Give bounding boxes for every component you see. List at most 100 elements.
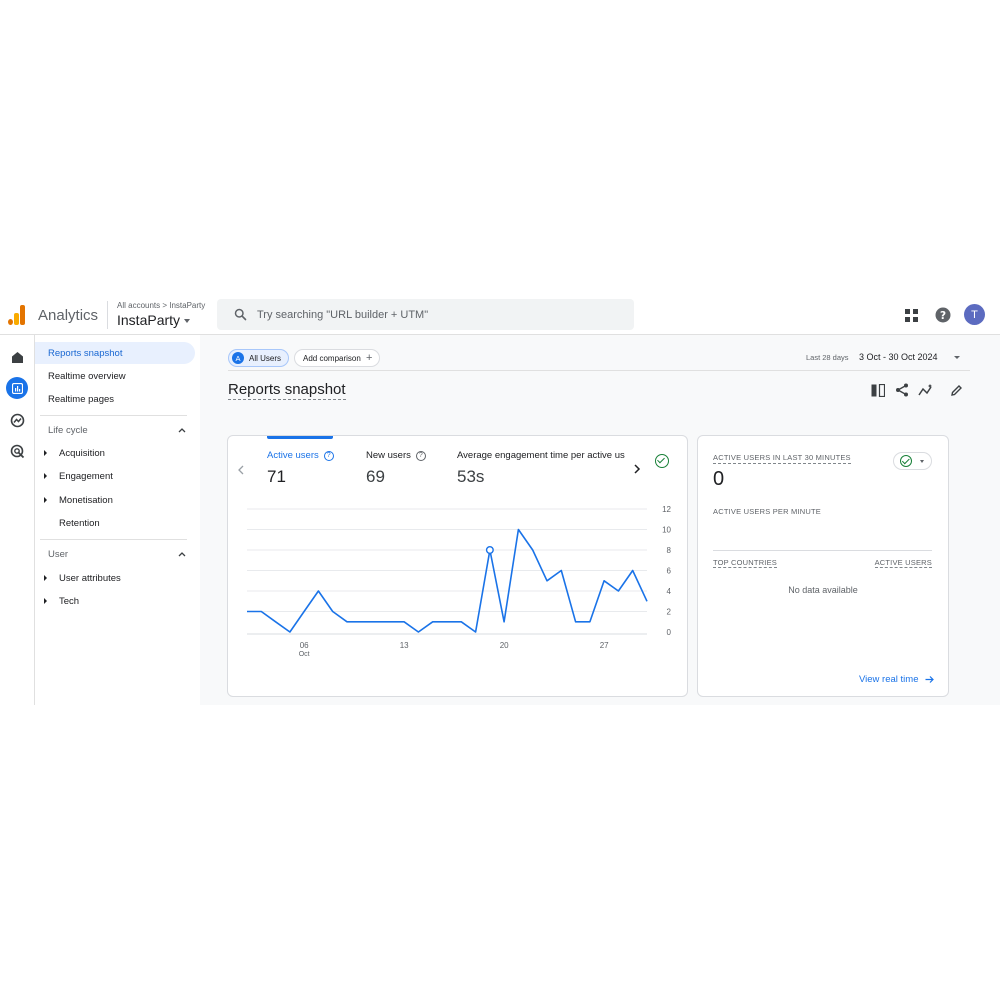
active-users-line-chart: 0 2 4 6 8 10 12 06Oct 13 20 27 — [247, 505, 672, 658]
share-icon[interactable] — [894, 382, 910, 398]
edit-pencil-icon[interactable] — [948, 382, 964, 398]
column-header-active-users: ACTIVE USERS — [874, 558, 932, 568]
app-name: Analytics — [38, 307, 99, 324]
date-range-picker[interactable]: 3 Oct - 30 Oct 2024 — [859, 352, 938, 362]
compare-columns-icon[interactable] — [870, 382, 886, 398]
expand-arrow-icon — [44, 450, 47, 456]
add-comparison-button[interactable]: Add comparison + — [294, 349, 380, 367]
y-tick-label: 4 — [667, 587, 672, 596]
toolbar-divider — [228, 370, 970, 371]
segment-badge: A — [232, 352, 244, 364]
x-tick-label: 27 — [600, 641, 609, 650]
metric-tab-active-users[interactable]: Active users? 71 — [267, 450, 334, 487]
view-real-time-label: View real time — [859, 674, 919, 685]
analytics-logo-icon[interactable] — [8, 305, 26, 325]
y-tick-label: 2 — [667, 608, 672, 617]
header-divider — [107, 301, 108, 329]
insights-icon[interactable] — [918, 382, 934, 398]
metric-tab-engagement-time[interactable]: Average engagement time per active us 53… — [457, 450, 625, 487]
active-tab-indicator — [267, 436, 333, 439]
metric-label: Average engagement time per active us — [457, 450, 625, 461]
top-header: Analytics All accounts > InstaParty Inst… — [0, 295, 1000, 335]
chevron-right-icon[interactable] — [633, 464, 641, 474]
sidebar-item-monetisation[interactable]: Monetisation — [35, 489, 195, 511]
expand-arrow-icon — [44, 473, 47, 479]
help-icon[interactable]: ? — [933, 305, 953, 325]
caret-down-icon — [920, 460, 924, 463]
analytics-app: Analytics All accounts > InstaParty Inst… — [0, 295, 1000, 705]
chevron-left-icon[interactable] — [237, 465, 245, 475]
advertising-icon[interactable] — [6, 440, 28, 462]
chevron-up-icon[interactable] — [178, 426, 186, 434]
search-icon — [234, 308, 247, 321]
x-tick-sublabel: Oct — [299, 651, 310, 658]
data-quality-check-icon[interactable] — [655, 454, 669, 468]
segment-chip-all-users[interactable]: A All Users — [228, 349, 289, 367]
highlighted-data-point[interactable] — [485, 546, 494, 555]
sidebar-item-realtime-overview[interactable]: Realtime overview — [35, 365, 195, 387]
property-selector[interactable]: InstaParty — [117, 312, 191, 328]
account-breadcrumb[interactable]: All accounts > InstaParty — [117, 301, 205, 310]
sidebar-item-label: Tech — [59, 595, 80, 607]
sidebar-item-label: Acquisition — [59, 447, 105, 459]
y-tick-label: 0 — [667, 628, 672, 637]
no-data-message: No data available — [788, 585, 858, 595]
metric-label: New users — [366, 450, 411, 461]
metric-value: 71 — [267, 467, 286, 486]
metric-value: 53s — [457, 467, 485, 486]
page-title: Reports snapshot — [228, 381, 346, 400]
date-range-prefix[interactable]: Last 28 days — [806, 353, 849, 362]
chevron-up-icon[interactable] — [178, 550, 186, 558]
nav-rail — [0, 335, 35, 705]
x-tick-label: 06 — [300, 641, 309, 650]
y-tick-label: 8 — [667, 546, 672, 555]
search-bar[interactable] — [217, 299, 634, 330]
realtime-per-minute-label: ACTIVE USERS PER MINUTE — [713, 507, 821, 516]
apps-grid-icon[interactable] — [901, 305, 921, 325]
explore-icon[interactable] — [6, 409, 28, 431]
metric-label: Active users — [267, 450, 319, 461]
x-tick-label: 20 — [500, 641, 509, 650]
sidebar-item-label: Retention — [59, 517, 100, 529]
caret-down-icon[interactable] — [954, 356, 960, 359]
expand-arrow-icon — [44, 575, 47, 581]
sidebar-item-engagement[interactable]: Engagement — [35, 465, 195, 487]
metric-tab-new-users[interactable]: New users? 69 — [366, 450, 426, 487]
y-tick-label: 10 — [662, 526, 671, 535]
column-header-top-countries: TOP COUNTRIES — [713, 558, 777, 568]
overview-chart-card: Active users? 71 New users? 69 Average e… — [227, 435, 688, 697]
search-input[interactable] — [257, 306, 617, 323]
y-tick-label: 12 — [662, 505, 671, 514]
section-title-user[interactable]: User — [48, 549, 68, 560]
sidebar-item-reports-snapshot[interactable]: Reports snapshot — [35, 342, 195, 364]
sidebar-item-retention[interactable]: Retention — [35, 512, 195, 534]
series-line-active-users — [247, 528, 648, 633]
report-sidebar: Reports snapshot Realtime overview Realt… — [35, 335, 200, 705]
sidebar-item-acquisition[interactable]: Acquisition — [35, 442, 195, 464]
realtime-divider — [713, 550, 932, 551]
check-icon — [900, 455, 912, 467]
x-tick-label: 13 — [400, 641, 409, 650]
sidebar-item-label: User attributes — [59, 572, 121, 584]
realtime-heading: ACTIVE USERS IN LAST 30 MINUTES — [713, 453, 851, 464]
view-real-time-link[interactable]: View real time — [859, 674, 934, 685]
sidebar-item-user-attributes[interactable]: User attributes — [35, 567, 195, 589]
svg-text:?: ? — [940, 310, 946, 322]
y-tick-label: 6 — [667, 567, 672, 576]
section-divider — [40, 539, 187, 540]
expand-arrow-icon — [44, 497, 47, 503]
sidebar-item-realtime-pages[interactable]: Realtime pages — [35, 388, 195, 410]
reports-icon[interactable] — [6, 377, 28, 399]
sidebar-item-label: Engagement — [59, 470, 113, 482]
realtime-card: ACTIVE USERS IN LAST 30 MINUTES 0 ACTIVE… — [697, 435, 949, 697]
sidebar-item-label: Realtime pages — [48, 393, 115, 405]
help-question-icon[interactable]: ? — [415, 450, 426, 461]
realtime-status-dropdown[interactable] — [893, 452, 932, 470]
home-icon[interactable] — [6, 346, 28, 368]
avatar[interactable]: T — [964, 304, 985, 325]
sidebar-item-tech[interactable]: Tech — [35, 590, 195, 612]
sidebar-item-label: Monetisation — [59, 494, 113, 506]
section-title-life-cycle[interactable]: Life cycle — [48, 425, 88, 436]
help-question-icon[interactable]: ? — [323, 450, 334, 461]
expand-arrow-icon — [44, 598, 47, 604]
